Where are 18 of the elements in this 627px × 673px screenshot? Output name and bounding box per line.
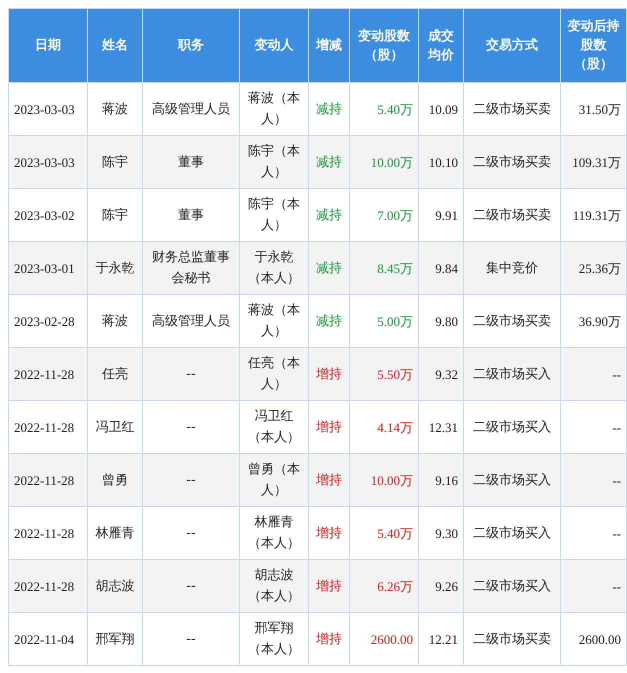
column-header: 职务 bbox=[142, 8, 240, 82]
table-cell: -- bbox=[142, 612, 240, 666]
table-cell: 2022-11-04 bbox=[8, 612, 88, 666]
column-header: 交易方式 bbox=[464, 8, 560, 82]
column-header: 变动后持股数（股） bbox=[560, 8, 626, 82]
column-header: 姓名 bbox=[88, 8, 142, 82]
table-cell: 邢军翔（本人） bbox=[240, 612, 308, 666]
table-cell: 邢军翔 bbox=[88, 612, 142, 666]
table-cell: 二级市场买卖 bbox=[464, 612, 560, 666]
column-header: 增减 bbox=[308, 8, 350, 82]
table-cell: 增持 bbox=[308, 612, 350, 666]
table-cell: 2600.00 bbox=[560, 612, 626, 666]
table-cell: 12.21 bbox=[418, 612, 464, 666]
column-header: 日期 bbox=[8, 8, 88, 82]
table-cell: 2600.00 bbox=[350, 612, 418, 666]
column-header: 成交均价 bbox=[418, 8, 464, 82]
column-header: 变动股数（股） bbox=[350, 8, 418, 82]
column-header: 变动人 bbox=[240, 8, 308, 82]
